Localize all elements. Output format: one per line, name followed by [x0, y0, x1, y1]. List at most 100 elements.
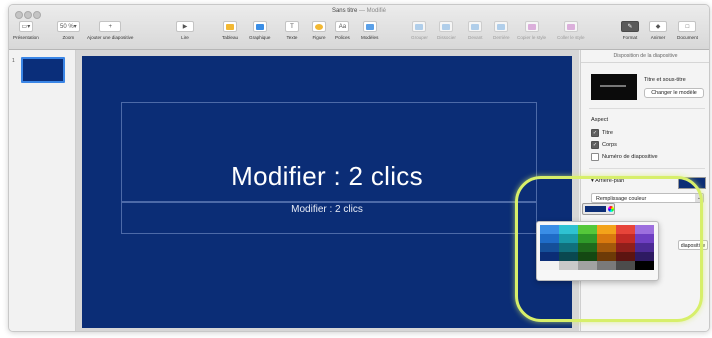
text-icon: T	[285, 21, 299, 32]
color-palette-popover	[536, 221, 659, 281]
presentation-menu-button[interactable]: ▭▾ Présentation	[13, 21, 39, 40]
back-label: Derrière	[493, 35, 510, 40]
paste-style-icon	[563, 21, 578, 32]
ungroup-label: Dissocier	[437, 35, 456, 40]
ungroup-button[interactable]: Dissocier	[437, 21, 456, 40]
color-swatch[interactable]	[578, 234, 597, 243]
body-checkbox[interactable]: ✓	[591, 141, 599, 149]
color-swatch[interactable]	[578, 225, 597, 234]
color-swatch[interactable]	[578, 261, 597, 270]
play-label: Lire	[181, 35, 189, 40]
color-swatch[interactable]	[597, 252, 616, 261]
color-swatch[interactable]	[540, 234, 559, 243]
media-icon	[362, 21, 377, 32]
add-slide-button[interactable]: + Ajouter une diapositive	[87, 21, 133, 40]
animate-button[interactable]: ◆ Animer	[649, 21, 667, 40]
color-swatch[interactable]	[559, 243, 578, 252]
color-swatch-grid	[540, 225, 655, 270]
slide-canvas: Modifier : 2 clics Modifier : 2 clics	[76, 50, 579, 331]
document-icon: □	[678, 21, 697, 32]
color-swatch[interactable]	[597, 243, 616, 252]
front-icon	[468, 21, 483, 32]
color-swatch[interactable]	[616, 252, 635, 261]
play-icon: ▶	[176, 21, 194, 32]
slide-number-checkbox-row[interactable]: Numéro de diapositive	[591, 153, 658, 161]
color-swatch[interactable]	[559, 234, 578, 243]
view-icon: ▭▾	[18, 21, 34, 32]
document-name: Sans titre	[331, 8, 358, 14]
color-swatch[interactable]	[635, 261, 654, 270]
color-swatch[interactable]	[635, 225, 654, 234]
back-icon	[494, 21, 509, 32]
fill-type-select[interactable]: Remplissage couleur ⌄	[591, 193, 704, 203]
slide[interactable]: Modifier : 2 clics Modifier : 2 clics	[82, 56, 572, 328]
color-swatch[interactable]	[578, 243, 597, 252]
slide-body-text[interactable]: Modifier : 2 clics	[82, 204, 572, 215]
color-swatch[interactable]	[597, 261, 616, 270]
background-label: Arrière-plan	[595, 178, 625, 184]
color-swatch[interactable]	[635, 234, 654, 243]
color-swatch[interactable]	[616, 261, 635, 270]
title-checkbox-label: Titre	[602, 130, 613, 136]
play-button[interactable]: ▶ Lire	[176, 21, 194, 40]
title-checkbox[interactable]: ✓	[591, 129, 599, 137]
chart-icon	[252, 21, 267, 32]
group-button[interactable]: Grouper	[411, 21, 428, 40]
background-section[interactable]: ▾ Arrière-plan	[591, 178, 624, 184]
color-swatch[interactable]	[635, 243, 654, 252]
window-title: Sans titre — Modifié	[9, 8, 709, 14]
zoom-menu-button[interactable]: 50 %▾ Zoom	[57, 21, 80, 40]
color-wheel-icon[interactable]	[608, 206, 614, 212]
document-button[interactable]: □ Document	[677, 21, 698, 40]
copy-style-icon	[524, 21, 539, 32]
color-swatch[interactable]	[597, 225, 616, 234]
color-swatch[interactable]	[597, 234, 616, 243]
appearance-label: Aspect	[591, 117, 609, 123]
send-back-button[interactable]: Derrière	[493, 21, 510, 40]
plus-icon: +	[99, 21, 122, 32]
table-button[interactable]: Tableau	[222, 21, 238, 40]
body-checkbox-row[interactable]: ✓ Corps	[591, 141, 617, 149]
color-swatch[interactable]	[540, 261, 559, 270]
bring-front-button[interactable]: Devant	[468, 21, 483, 40]
zoom-value: 50 %▾	[57, 21, 80, 32]
color-swatch[interactable]	[616, 225, 635, 234]
color-swatch[interactable]	[616, 243, 635, 252]
shape-label: Figure	[312, 35, 326, 40]
inspector-header: Disposition de la diapositive	[581, 50, 709, 63]
slide-thumbnail[interactable]	[21, 57, 65, 83]
slide-number: 1	[12, 58, 15, 64]
chart-button[interactable]: Graphique	[249, 21, 270, 40]
color-swatch[interactable]	[540, 225, 559, 234]
toolbar: Sans titre — Modifié ▭▾ Présentation 50 …	[9, 5, 709, 50]
shape-icon	[312, 21, 326, 32]
shape-button[interactable]: Figure	[312, 21, 326, 40]
group-icon	[412, 21, 427, 32]
color-swatch[interactable]	[635, 252, 654, 261]
copy-style-button[interactable]: Copier le style	[517, 21, 546, 40]
copy-style-label: Copier le style	[517, 35, 547, 40]
text-button[interactable]: T Texte	[285, 21, 299, 40]
background-color-swatch[interactable]	[678, 177, 706, 189]
slide-number-checkbox[interactable]	[591, 153, 599, 161]
color-swatch[interactable]	[559, 225, 578, 234]
color-swatch[interactable]	[540, 252, 559, 261]
color-swatch[interactable]	[559, 252, 578, 261]
slide-title-text[interactable]: Modifier : 2 clics	[82, 161, 572, 192]
add-slide-label: Ajouter une diapositive	[87, 35, 134, 40]
fill-color-well[interactable]	[582, 203, 615, 215]
edit-slide-button[interactable]: diapositive	[678, 240, 708, 250]
color-swatch[interactable]	[540, 243, 559, 252]
title-checkbox-row[interactable]: ✓ Titre	[591, 129, 613, 137]
format-button[interactable]: ✎ Format	[621, 21, 639, 40]
color-swatch[interactable]	[616, 234, 635, 243]
paste-style-button[interactable]: Coller le style	[557, 21, 585, 40]
media-button[interactable]: Modèles	[361, 21, 378, 40]
color-swatch[interactable]	[559, 261, 578, 270]
layout-name: Titre et sous-titre	[644, 77, 686, 83]
animate-label: Animer	[650, 35, 666, 40]
color-swatch[interactable]	[578, 252, 597, 261]
change-master-button[interactable]: Changer le modèle	[644, 88, 704, 98]
fonts-button[interactable]: Aa Polices	[335, 21, 350, 40]
edited-status: — Modifié	[359, 8, 387, 14]
